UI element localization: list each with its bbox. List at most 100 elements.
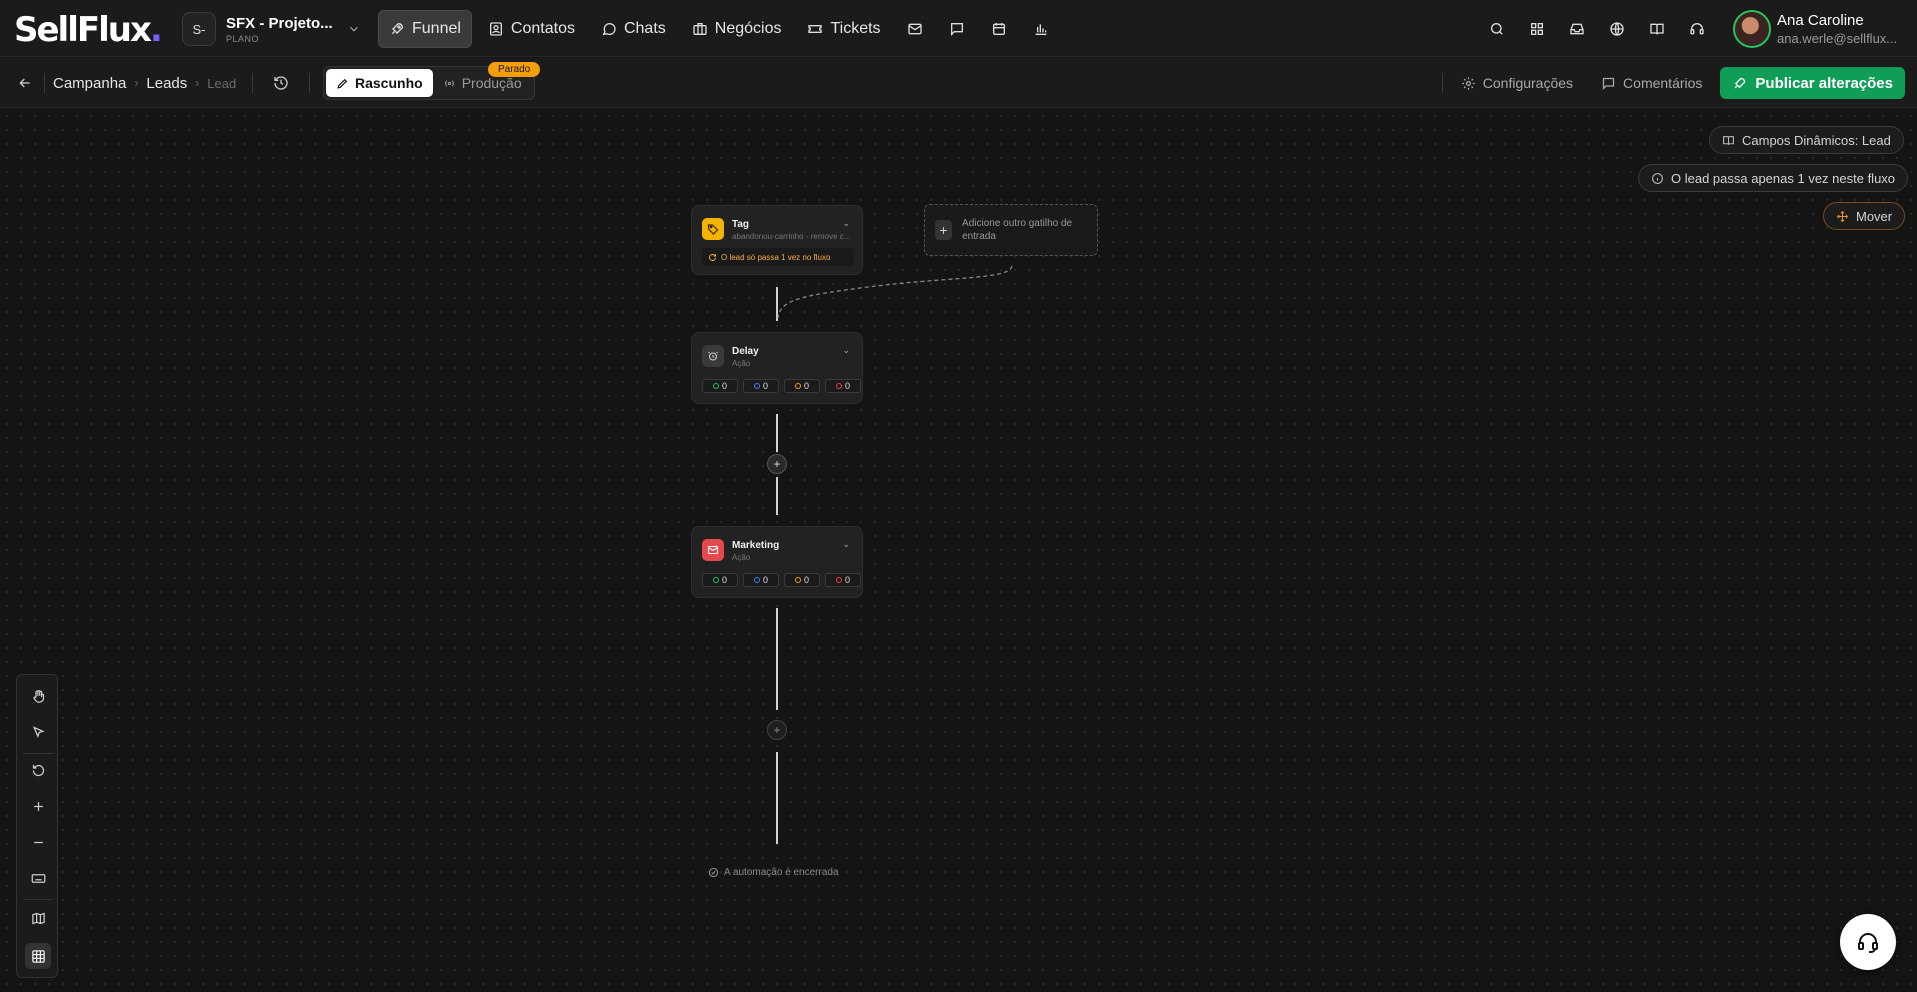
- mail-icon: [702, 539, 724, 561]
- campos-dinamicos-label: Campos Dinâmicos: Lead: [1742, 132, 1891, 148]
- dashed-connector: [777, 265, 1013, 319]
- node-title: Tag: [732, 219, 750, 230]
- hand-icon[interactable]: [25, 683, 51, 709]
- nav-negocios-label: Negócios: [714, 20, 782, 37]
- rocket-icon: [1732, 76, 1747, 91]
- stat-value: 0: [844, 575, 850, 585]
- headset-icon[interactable]: [1677, 14, 1717, 44]
- connector-line: [776, 477, 778, 515]
- search-icon[interactable]: [1477, 14, 1517, 44]
- project-plan: PLANO: [226, 33, 260, 44]
- nav-funnel-label: Funnel: [412, 20, 461, 37]
- connector-line: [776, 752, 778, 844]
- history-icon[interactable]: [270, 72, 292, 94]
- nav-funnel[interactable]: Funnel: [378, 10, 472, 48]
- zoom-out-icon[interactable]: [25, 829, 51, 855]
- chat-bubble-icon: [601, 21, 617, 37]
- move-icon: [1836, 210, 1849, 223]
- rascunho-label: Rascunho: [355, 75, 423, 91]
- chevron-down-icon[interactable]: ⌄: [842, 345, 850, 356]
- campos-dinamicos-button[interactable]: Campos Dinâmicos: Lead: [1709, 126, 1904, 154]
- undo-icon[interactable]: [25, 757, 51, 783]
- nav-negocios[interactable]: Negócios: [682, 10, 792, 48]
- breadcrumb-campanha[interactable]: Campanha: [53, 75, 126, 92]
- canvas-toolbox: [16, 674, 58, 978]
- stat-waiting: 0: [743, 379, 779, 393]
- comment-icon: [1601, 76, 1616, 91]
- stat-value: 0: [762, 381, 768, 391]
- chevron-down-icon: [347, 22, 361, 36]
- add-step-button[interactable]: +: [767, 454, 787, 474]
- nav-tickets[interactable]: Tickets: [797, 10, 890, 48]
- delay-action-node[interactable]: Delay Ação ⌄ 0 0 0 0: [691, 332, 863, 404]
- nav-message-icon[interactable]: [939, 10, 975, 48]
- mover-button[interactable]: Mover: [1823, 202, 1906, 230]
- stat-value: 0: [803, 381, 809, 391]
- breadcrumb-leads[interactable]: Leads: [146, 75, 187, 92]
- user-email: ana.werle@sellflux...: [1777, 31, 1898, 46]
- mover-label: Mover: [1856, 208, 1893, 224]
- project-selector[interactable]: S- SFX - Projeto... PLANO: [182, 12, 361, 46]
- main-nav: Funnel Contatos Chats Negócios Tickets: [378, 10, 1059, 48]
- user-menu[interactable]: Ana Caroline ana.werle@sellflux...: [1733, 10, 1907, 48]
- connector-line: [776, 608, 778, 710]
- broadcast-icon: [443, 77, 456, 90]
- nav-calendar-icon[interactable]: [981, 10, 1017, 48]
- stat-error: 0: [825, 379, 861, 393]
- configuracoes-label: Configurações: [1482, 75, 1574, 91]
- warning-icon: [794, 383, 801, 389]
- marketing-action-node[interactable]: Marketing Ação ⌄ 0 0 0 0: [691, 526, 863, 598]
- add-trigger-button[interactable]: + Adicione outro gatilho de entrada: [924, 204, 1098, 256]
- map-icon[interactable]: [25, 905, 51, 931]
- stat-value: 0: [762, 575, 768, 585]
- publish-button[interactable]: Publicar alterações: [1720, 67, 1905, 99]
- gear-icon: [1461, 76, 1476, 91]
- apps-grid-icon[interactable]: [1517, 14, 1557, 44]
- globe-icon[interactable]: [1597, 14, 1637, 44]
- nav-chats[interactable]: Chats: [591, 10, 676, 48]
- chevron-down-icon[interactable]: ⌄: [842, 539, 850, 550]
- zoom-in-icon[interactable]: [25, 793, 51, 819]
- rascunho-button[interactable]: Rascunho: [326, 69, 433, 97]
- breadcrumb: Campanha › Leads › Lead: [44, 73, 236, 93]
- chevron-down-icon[interactable]: ⌄: [842, 218, 850, 229]
- editor-toolbar: Campanha › Leads › Lead Rascunho Produçã…: [0, 58, 1917, 108]
- nav-chart-icon[interactable]: [1023, 10, 1059, 48]
- automation-end: A automação é encerrada: [708, 867, 839, 878]
- inbox-icon[interactable]: [1557, 14, 1597, 44]
- refresh-icon: [708, 253, 717, 262]
- support-button[interactable]: [1840, 914, 1896, 970]
- divider: [1441, 73, 1443, 93]
- book-icon[interactable]: [1637, 14, 1677, 44]
- nav-tickets-label: Tickets: [830, 20, 881, 37]
- divider: [23, 899, 53, 900]
- node-title: Delay: [732, 346, 759, 357]
- pointer-icon[interactable]: [25, 719, 51, 745]
- nav-email-icon[interactable]: [897, 10, 933, 48]
- divider: [252, 73, 253, 93]
- node-subtitle: abandonou-carrinho - remove c...: [732, 232, 851, 241]
- briefcase-icon: [692, 21, 708, 37]
- success-icon: [712, 577, 719, 583]
- configuracoes-button[interactable]: Configurações: [1451, 75, 1583, 91]
- divider: [309, 73, 310, 93]
- ticket-icon: [807, 21, 823, 37]
- stat-error: 0: [825, 573, 861, 587]
- stat-warning: 0: [784, 573, 820, 587]
- editor-actions: Configurações Comentários Publicar alter…: [1441, 67, 1905, 99]
- comentarios-label: Comentários: [1623, 75, 1703, 91]
- topbar-actions: [1477, 14, 1717, 44]
- sellflux-logo[interactable]: SellFlux.: [14, 10, 163, 50]
- project-avatar: S-: [182, 12, 216, 46]
- nav-contatos[interactable]: Contatos: [478, 10, 585, 48]
- keyboard-icon[interactable]: [25, 865, 51, 891]
- grid-icon[interactable]: [25, 943, 51, 969]
- node-subtitle: Ação: [732, 359, 751, 368]
- user-name: Ana Caroline: [1777, 12, 1864, 29]
- back-arrow-icon[interactable]: [14, 72, 36, 94]
- stat-waiting: 0: [743, 573, 779, 587]
- add-step-button[interactable]: +: [767, 720, 787, 740]
- success-icon: [712, 383, 719, 389]
- comentarios-button[interactable]: Comentários: [1591, 75, 1712, 91]
- top-navbar: SellFlux. S- SFX - Projeto... PLANO Funn…: [0, 0, 1917, 57]
